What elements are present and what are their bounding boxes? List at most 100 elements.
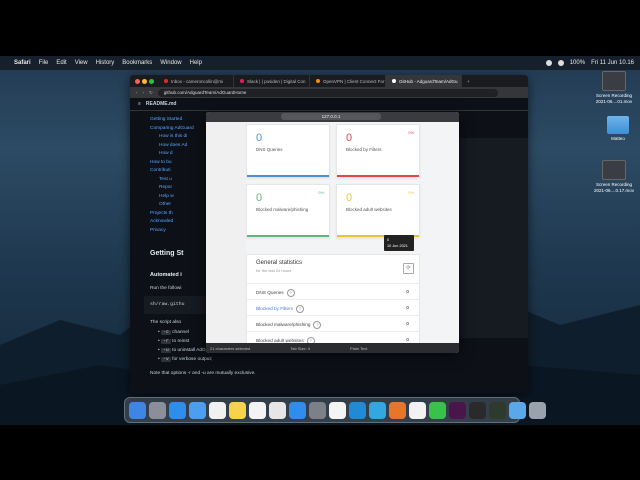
notes-icon[interactable] [229,401,246,419]
chart-tooltip: 0 10 Jun 2021 [384,235,414,251]
activity-monitor-icon[interactable] [489,401,506,419]
toc-link[interactable]: How d [150,150,194,159]
desktop-file-label: Screen Recording 2021-06....0.17.mov [593,182,635,193]
menu-item-view[interactable]: View [75,60,88,66]
trash-icon[interactable] [529,401,546,419]
menu-item-safari[interactable]: Safari [14,60,31,66]
toc-link[interactable]: How to bu [150,159,194,168]
list-icon[interactable]: ≡ [138,101,141,107]
tab-openvpn[interactable]: OpenVPN | Client Connect For [310,75,386,87]
list-item: • -v for verbose output; [158,357,213,362]
tab-inbox[interactable]: Inbox - cameroncollin@mi [158,75,234,87]
finder-icon[interactable] [129,401,146,419]
zoom-window-button[interactable] [149,79,154,84]
toc-link[interactable]: Acknowled [150,218,194,227]
mail-icon[interactable] [189,401,206,419]
stats-subtitle: for the last 24 hours [256,268,292,273]
menu-item-history[interactable]: History [96,60,115,66]
terminal-icon[interactable] [469,401,486,419]
launchpad-icon[interactable] [149,401,166,419]
close-window-button[interactable] [135,79,140,84]
toc-link[interactable]: Repor [150,184,194,193]
status-tab-size[interactable]: Tab Size: 4 [290,346,310,351]
slack-icon[interactable] [449,401,466,419]
help-icon[interactable]: ? [313,321,322,329]
tab-github[interactable]: GitHub - AdguardTeam/AdGu [386,75,462,87]
card-number: 0 [346,132,353,144]
safari-icon[interactable] [169,401,186,419]
readme-header: ≡ README.md [130,98,528,111]
toc-link[interactable]: Getting Started [150,116,194,125]
card-accent-line [247,175,329,177]
battery-percent[interactable]: 100% [570,60,585,66]
toc-link[interactable]: Other [150,201,194,210]
letterbox-top [0,0,640,56]
menu-item-window[interactable]: Window [160,60,181,66]
address-bar: ‹ › ↻ github.com/AdguardTeam/AdGuardHome [130,87,528,98]
wifi-icon[interactable] [557,60,564,66]
toc-link[interactable]: Privacy [150,227,194,236]
tab-slack[interactable]: Slack | | posiden | Digital Con [234,75,310,87]
reload-icon[interactable]: ↻ [149,90,153,96]
github-icon [392,79,396,83]
card-number: 0 [256,192,263,204]
card-accent-line [247,235,329,237]
stats-row-value: 0 [406,321,409,326]
toc-link[interactable]: Contributi [150,167,194,176]
openvpn-icon [316,79,320,83]
photos-icon[interactable] [269,401,286,419]
code-flag: -c [161,330,171,335]
desktop-folder-matteo[interactable]: Matteo [596,116,640,142]
telegram-icon[interactable] [369,401,386,419]
card-label: Blocked malware/phishing [256,207,309,212]
code-flag: -r [161,339,171,344]
toc-link[interactable]: Comparing AdGuard [150,125,194,134]
stats-row: Blocked malware/phishing? 0 [247,315,419,332]
clock-icon[interactable] [329,401,346,419]
card-percent: 0% [408,130,414,135]
help-icon[interactable]: ? [296,305,304,313]
minimize-window-button[interactable] [142,79,147,84]
help-icon[interactable]: ? [286,289,295,297]
list-item: • -r to reinst [158,339,190,344]
refresh-icon[interactable]: ⟳ [403,263,414,274]
section-heading: Getting St [150,250,184,257]
menu-item-help[interactable]: Help [190,60,202,66]
dashboard: 0 DNS Queries 0 Blocked by Filters 0% 0 … [246,122,459,343]
tab-label: Inbox - cameroncollin@mi [171,78,224,84]
folder-icon[interactable] [509,401,526,419]
record-icon[interactable] [545,60,552,66]
menu-item-file[interactable]: File [39,60,49,66]
folder-icon [607,116,629,134]
status-syntax[interactable]: Plain Text [350,346,367,351]
toc-link[interactable]: Projects th [150,210,194,219]
letterbox-bottom [0,425,640,480]
toc-link[interactable]: How is this di [150,133,194,142]
reminders-icon[interactable] [249,401,266,419]
desktop-file-recording-2[interactable]: Screen Recording 2021-06....0.17.mov [592,160,636,193]
overlay-url[interactable]: 127.0.0.1 [281,113,381,120]
back-icon[interactable]: ‹ [136,90,138,95]
messages-icon[interactable] [429,401,446,419]
new-tab-icon[interactable]: + [467,79,470,84]
clock[interactable]: Fri 11 Jun 10.16 [591,60,634,66]
chrome-icon[interactable] [409,401,426,419]
menu-item-bookmarks[interactable]: Bookmarks [122,60,152,66]
forward-icon[interactable]: › [143,90,145,95]
toc-link[interactable]: How does Ad [150,142,194,151]
edge-icon[interactable] [349,401,366,419]
stats-row-label: Blocked malware/phishing? [256,321,322,329]
app-store-icon[interactable] [289,401,306,419]
menu-item-edit[interactable]: Edit [56,60,66,66]
card-blocked-filters: 0 Blocked by Filters 0% [336,124,420,178]
toc-link[interactable]: Help w [150,193,194,202]
system-prefs-icon[interactable] [309,401,326,419]
calendar-icon[interactable] [209,401,226,419]
stats-row-label[interactable]: Blocked by Filters? [256,305,304,313]
firefox-icon[interactable] [389,401,406,419]
card-percent: 0% [318,190,324,195]
stats-row-value: 0 [406,305,409,310]
url-input[interactable]: github.com/AdguardTeam/AdGuardHome [157,88,498,97]
desktop-file-recording-1[interactable]: Screen Recording 2021-06....01.mov [592,71,636,104]
toc-link[interactable]: Test u [150,176,194,185]
